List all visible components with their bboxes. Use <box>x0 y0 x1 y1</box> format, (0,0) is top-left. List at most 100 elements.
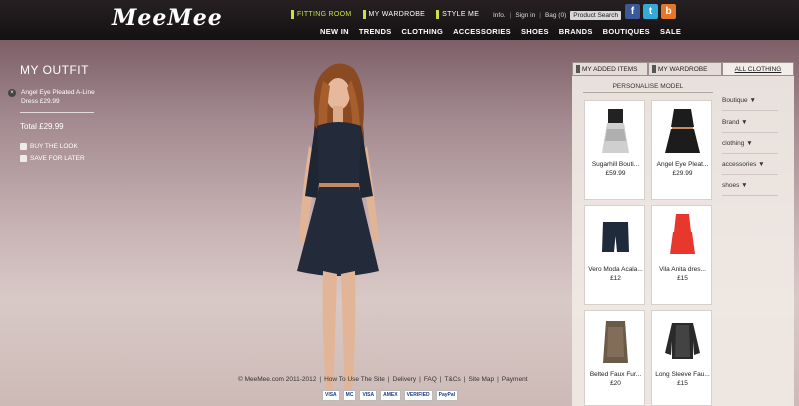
product-price: £15 <box>677 380 688 387</box>
visa-icon: VISA <box>322 390 340 401</box>
site-logo[interactable]: MeeMee <box>112 5 223 31</box>
footer-tcs-link[interactable]: T&Cs <box>445 376 461 383</box>
product-price: £59.99 <box>605 170 626 177</box>
product-image <box>670 214 695 254</box>
product-image <box>665 323 700 359</box>
copyright: © MeeMee.com 2011-2012 <box>238 376 317 383</box>
top-nav: FITTING ROOM MY WARDROBE STYLE ME <box>290 10 479 19</box>
product-card[interactable]: Vila Anita dres... £15 <box>651 205 712 305</box>
product-image <box>602 222 629 252</box>
outfit-total: Total £29.99 <box>20 122 64 131</box>
remove-icon[interactable]: × <box>8 89 16 97</box>
product-image <box>602 109 629 153</box>
product-name: Long Sleeve Fau... <box>655 371 710 378</box>
verified-icon: VERIFIED <box>403 390 433 401</box>
nav-trends[interactable]: TRENDS <box>359 27 392 36</box>
tab-all-clothing[interactable]: ALL CLOTHING <box>722 62 794 76</box>
buy-the-look-button[interactable]: BUY THE LOOK <box>20 143 78 150</box>
hanger-icon <box>291 10 294 19</box>
bag-link[interactable]: Bag (0) <box>545 12 566 19</box>
tab-my-wardrobe[interactable]: MY WARDROBE <box>648 62 722 76</box>
separator: | <box>497 376 499 383</box>
outfit-item-label[interactable]: Angel Eye Pleated A-Line Dress £29.99 <box>21 88 98 106</box>
utility-links: Info. | Sign in | Bag (0) Product Search <box>493 11 622 20</box>
tab-label: MY ADDED ITEMS <box>582 65 638 73</box>
footer-links: © MeeMee.com 2011-2012 | How To Use The S… <box>238 376 528 383</box>
separator: | <box>419 376 421 383</box>
product-name: Sugarhill Bouti... <box>591 161 640 168</box>
nav-accessories[interactable]: ACCESSORIES <box>453 27 511 36</box>
product-price: £12 <box>610 275 621 282</box>
nav-boutiques[interactable]: BOUTIQUES <box>603 27 650 36</box>
footer-faq-link[interactable]: FAQ <box>424 376 437 383</box>
product-price: £15 <box>677 275 688 282</box>
product-name: Angel Eye Pleat... <box>656 161 709 168</box>
footer-payment-link[interactable]: Payment <box>502 376 528 383</box>
social-links: f t b <box>625 4 676 19</box>
buy-label: BUY THE LOOK <box>30 143 78 150</box>
signin-link[interactable]: Sign in <box>515 12 535 19</box>
nav-label: STYLE ME <box>442 11 480 18</box>
save-icon <box>20 155 27 162</box>
product-name: Vila Anita dres... <box>659 266 706 273</box>
separator: | <box>509 12 512 19</box>
nav-label: FITTING ROOM <box>297 11 352 18</box>
product-price: £20 <box>610 380 621 387</box>
nav-sale[interactable]: SALE <box>660 27 681 36</box>
separator: | <box>463 376 466 383</box>
nav-shoes[interactable]: SHOES <box>521 27 549 36</box>
outfit-title: MY OUTFIT <box>20 63 89 77</box>
separator: | <box>387 376 390 383</box>
amex-icon: AMEX <box>380 390 401 401</box>
filter-boutique[interactable]: Boutique ▼ <box>722 91 778 111</box>
footer-delivery-link[interactable]: Delivery <box>393 376 416 383</box>
wardrobe-icon <box>652 65 656 73</box>
nav-clothing[interactable]: CLOTHING <box>402 27 444 36</box>
separator: | <box>539 12 541 19</box>
nav-new-in[interactable]: NEW IN <box>320 27 349 36</box>
nav-style-me[interactable]: STYLE ME <box>435 10 479 19</box>
product-card[interactable]: Vero Moda Acala... £12 <box>584 205 645 305</box>
nav-fitting-room[interactable]: FITTING ROOM <box>290 10 352 19</box>
personalise-model-button[interactable]: PERSONALISE MODEL <box>583 80 713 93</box>
facebook-icon[interactable]: f <box>625 4 640 19</box>
nav-brands[interactable]: BRANDS <box>559 27 593 36</box>
footer-sitemap-link[interactable]: Site Map <box>468 376 494 383</box>
tab-label: MY WARDROBE <box>658 65 708 73</box>
save-for-later-button[interactable]: SAVE FOR LATER <box>20 155 85 162</box>
filter-shoes[interactable]: shoes ▼ <box>722 176 778 196</box>
nav-label: MY WARDROBE <box>368 11 426 18</box>
paypal-icon: PayPal <box>435 390 459 401</box>
nav-my-wardrobe[interactable]: MY WARDROBE <box>362 10 426 19</box>
twitter-icon[interactable]: t <box>643 4 658 19</box>
style-icon <box>436 10 440 19</box>
outfit-item: × Angel Eye Pleated A-Line Dress £29.99 <box>8 88 98 106</box>
tab-my-added-items[interactable]: MY ADDED ITEMS <box>572 62 648 76</box>
panel-tabs: MY ADDED ITEMS MY WARDROBE ALL CLOTHING <box>572 62 794 76</box>
separator: | <box>439 376 442 383</box>
product-card[interactable]: Angel Eye Pleat... £29.99 <box>651 100 712 200</box>
product-card[interactable]: Long Sleeve Fau... £15 <box>651 310 712 406</box>
divider <box>20 112 94 113</box>
mastercard-icon: MC <box>342 390 357 401</box>
product-image <box>603 321 628 363</box>
product-card[interactable]: Sugarhill Bouti... £59.99 <box>584 100 645 200</box>
separator: | <box>319 376 322 383</box>
filter-brand[interactable]: Brand ▼ <box>722 113 778 133</box>
payment-logos: VISA MC VISA AMEX VERIFIED PayPal <box>322 390 459 401</box>
filter-accessories[interactable]: accessories ▼ <box>722 155 778 175</box>
product-search-button[interactable]: Product Search <box>570 11 622 20</box>
filter-clothing[interactable]: clothing ▼ <box>722 134 778 154</box>
main-nav: NEW IN TRENDS CLOTHING ACCESSORIES SHOES… <box>320 27 681 36</box>
model-avatar[interactable] <box>275 56 405 406</box>
product-image <box>665 109 700 153</box>
save-label: SAVE FOR LATER <box>30 155 85 162</box>
tab-label: ALL CLOTHING <box>734 65 782 73</box>
blogger-icon[interactable]: b <box>661 4 676 19</box>
bag-icon <box>20 143 27 150</box>
product-name: Vero Moda Acala... <box>588 266 643 273</box>
hanger-icon <box>576 65 580 73</box>
product-card[interactable]: Belted Faux Fur... £20 <box>584 310 645 406</box>
footer-how-to-link[interactable]: How To Use The Site <box>324 376 385 383</box>
info-link[interactable]: Info. <box>493 12 506 19</box>
